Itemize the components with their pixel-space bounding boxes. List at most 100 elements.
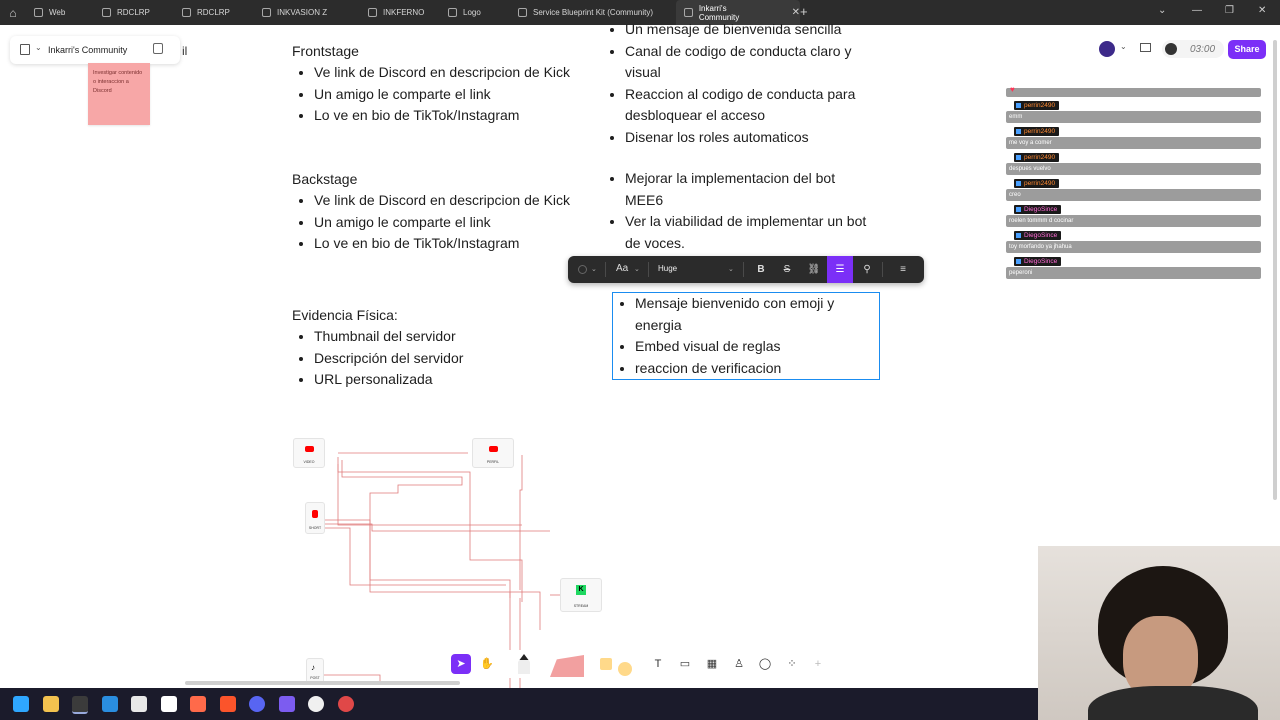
chevron-down-icon[interactable]: ⌄ <box>1158 5 1166 16</box>
text-color-button[interactable] <box>578 265 587 274</box>
chat-row: perrin2490 me voy a comer <box>1006 124 1261 150</box>
share-node-icon[interactable]: ⚲ <box>854 256 880 283</box>
figma-icon[interactable] <box>72 696 88 714</box>
vscode-icon[interactable] <box>102 696 118 712</box>
shape-tool-icon[interactable] <box>618 662 632 676</box>
widgets-tool-icon[interactable]: ⁘ <box>782 654 802 674</box>
frontstage-right-block[interactable]: Un mensaje de bienvenida sencilla Canal … <box>603 19 873 149</box>
chat-message: toy morfando ya jhahua <box>1006 241 1261 253</box>
chat-username: perrin2490 <box>1014 101 1060 110</box>
flow-node-stream[interactable]: K STREAM <box>560 578 602 612</box>
share-button[interactable]: Share <box>1228 40 1266 59</box>
chat-row: perrin2490 despues vuelvo <box>1006 150 1261 176</box>
font-button[interactable]: Aa <box>616 263 628 274</box>
tab-inkferno[interactable]: INKFERNO <box>362 0 440 25</box>
avatar[interactable] <box>1099 41 1115 57</box>
move-tool-icon[interactable]: ➤ <box>451 654 471 674</box>
calendar-icon[interactable] <box>131 696 147 712</box>
tab-web[interactable]: Web <box>28 0 96 25</box>
discord-icon[interactable] <box>249 696 265 712</box>
horizontal-scrollbar[interactable] <box>185 681 460 685</box>
flow-node-video[interactable]: VIDEO <box>293 438 325 468</box>
frontstage-left-block[interactable]: Frontstage Ve link de Discord en descrip… <box>292 41 592 127</box>
evidencia-left-block[interactable]: Evidencia Física: Thumbnail del servidor… <box>292 305 592 391</box>
stamp-tool-icon[interactable]: ♙ <box>729 654 749 674</box>
app-icon[interactable] <box>190 696 206 712</box>
chevron-down-icon[interactable]: ⌄ <box>591 265 597 273</box>
tiktok-icon: ♪ <box>311 663 315 672</box>
chevron-down-icon[interactable]: ⌄ <box>35 43 42 52</box>
pages-icon[interactable] <box>153 43 163 54</box>
bold-icon[interactable]: B <box>748 256 774 283</box>
align-left-icon[interactable]: ≡ <box>890 256 916 283</box>
heart-icon: ♥ <box>1010 85 1015 94</box>
library-icon[interactable] <box>1140 43 1151 52</box>
figjam-menu-icon[interactable] <box>20 44 30 55</box>
chat-message: me voy a comer <box>1006 137 1261 149</box>
text-tool-icon[interactable]: T <box>648 654 668 674</box>
sticky-note[interactable]: Investigar contenido o interaccion a Dis… <box>88 63 150 125</box>
link-icon[interactable]: ⛓ <box>801 256 827 283</box>
close-window-icon[interactable]: ✕ <box>1258 5 1266 16</box>
brave-icon[interactable] <box>220 696 236 712</box>
file-name[interactable]: Inkarri's Community <box>48 45 127 55</box>
maximize-icon[interactable]: ❐ <box>1225 5 1234 16</box>
chat-row: perrin2490 creo <box>1006 176 1261 202</box>
app-icon[interactable] <box>279 696 295 712</box>
sticky-note-tool-icon[interactable] <box>600 658 612 670</box>
tab-inkvasion[interactable]: INKVASION Z <box>256 0 362 25</box>
list-item: Ver la viabilidad de implementar un bot … <box>625 211 873 254</box>
globe-icon <box>368 8 377 17</box>
file-explorer-icon[interactable] <box>43 696 59 712</box>
vertical-scrollbar[interactable] <box>1273 40 1277 500</box>
new-tab-icon[interactable]: + <box>800 4 808 19</box>
bulleted-list-icon[interactable]: ☰ <box>827 256 853 283</box>
youtube-icon <box>488 446 498 452</box>
evidencia-title: Evidencia Física: <box>292 307 398 323</box>
globe-icon <box>182 8 191 17</box>
flow-node-short[interactable]: SHORT <box>305 502 325 534</box>
backstage-title: Backstage <box>292 171 358 187</box>
tab-rdclrp-2[interactable]: RDCLRP <box>176 0 258 25</box>
tab-logo[interactable]: Logo <box>442 0 508 25</box>
section-tool-icon[interactable]: ▭ <box>675 654 695 674</box>
strikethrough-icon[interactable]: S <box>774 256 800 283</box>
list-item: Embed visual de reglas <box>635 336 863 358</box>
flow-node-perfil[interactable]: PERFIL <box>472 438 514 468</box>
tab-rdclrp-1[interactable]: RDCLRP <box>96 0 174 25</box>
chevron-down-icon[interactable]: ⌄ <box>1120 42 1127 51</box>
table-tool-icon[interactable]: ▦ <box>702 654 722 674</box>
chevron-down-icon[interactable]: ⌄ <box>728 265 734 273</box>
minimize-icon[interactable]: — <box>1192 5 1202 16</box>
app-icon[interactable] <box>338 696 354 712</box>
marker-tool-icon[interactable] <box>518 654 530 674</box>
backstage-right-block[interactable]: Mejorar la implementacion del bot MEE6 V… <box>603 168 873 254</box>
hand-tool-icon[interactable]: ✋ <box>477 654 497 674</box>
list-item: Thumbnail del servidor <box>314 326 592 348</box>
chat-message: peperoni <box>1006 267 1261 279</box>
font-size-select[interactable]: Huge <box>658 264 677 273</box>
list-item: Un mensaje de bienvenida sencilla <box>625 19 873 41</box>
chevron-down-icon[interactable]: ⌄ <box>634 265 640 273</box>
frontstage-title: Frontstage <box>292 43 359 59</box>
highlighter-tool-icon[interactable] <box>550 655 584 677</box>
globe-icon <box>262 8 271 17</box>
comment-tool-icon[interactable]: ◯ <box>755 654 775 674</box>
list-item: Canal de codigo de conducta claro y visu… <box>625 41 873 84</box>
close-tab-icon[interactable]: ✕ <box>792 7 800 18</box>
kick-icon: K <box>576 585 586 595</box>
notion-icon[interactable] <box>161 696 177 712</box>
evidencia-right-block[interactable]: Mensaje bienvenido con emoji y energia E… <box>613 293 863 379</box>
home-icon[interactable]: ⌂ <box>6 6 20 20</box>
list-item: Mejorar la implementacion del bot MEE6 <box>625 168 873 211</box>
windows-start-icon[interactable] <box>13 696 29 712</box>
chat-row: DiegoSince peperoni <box>1006 254 1261 280</box>
obs-icon[interactable] <box>308 696 324 712</box>
file-menu[interactable]: ⌄ Inkarri's Community il <box>10 36 187 64</box>
globe-icon <box>448 8 457 17</box>
timer[interactable]: 03:00 <box>1162 40 1224 58</box>
list-item: Lo ve en bio de TikTok/Instagram <box>314 233 592 255</box>
backstage-left-block[interactable]: Backstage Ve link de Discord en descripc… <box>292 169 592 255</box>
file-name-trailing: il <box>182 44 188 58</box>
add-tool-icon[interactable]: + <box>808 654 828 674</box>
